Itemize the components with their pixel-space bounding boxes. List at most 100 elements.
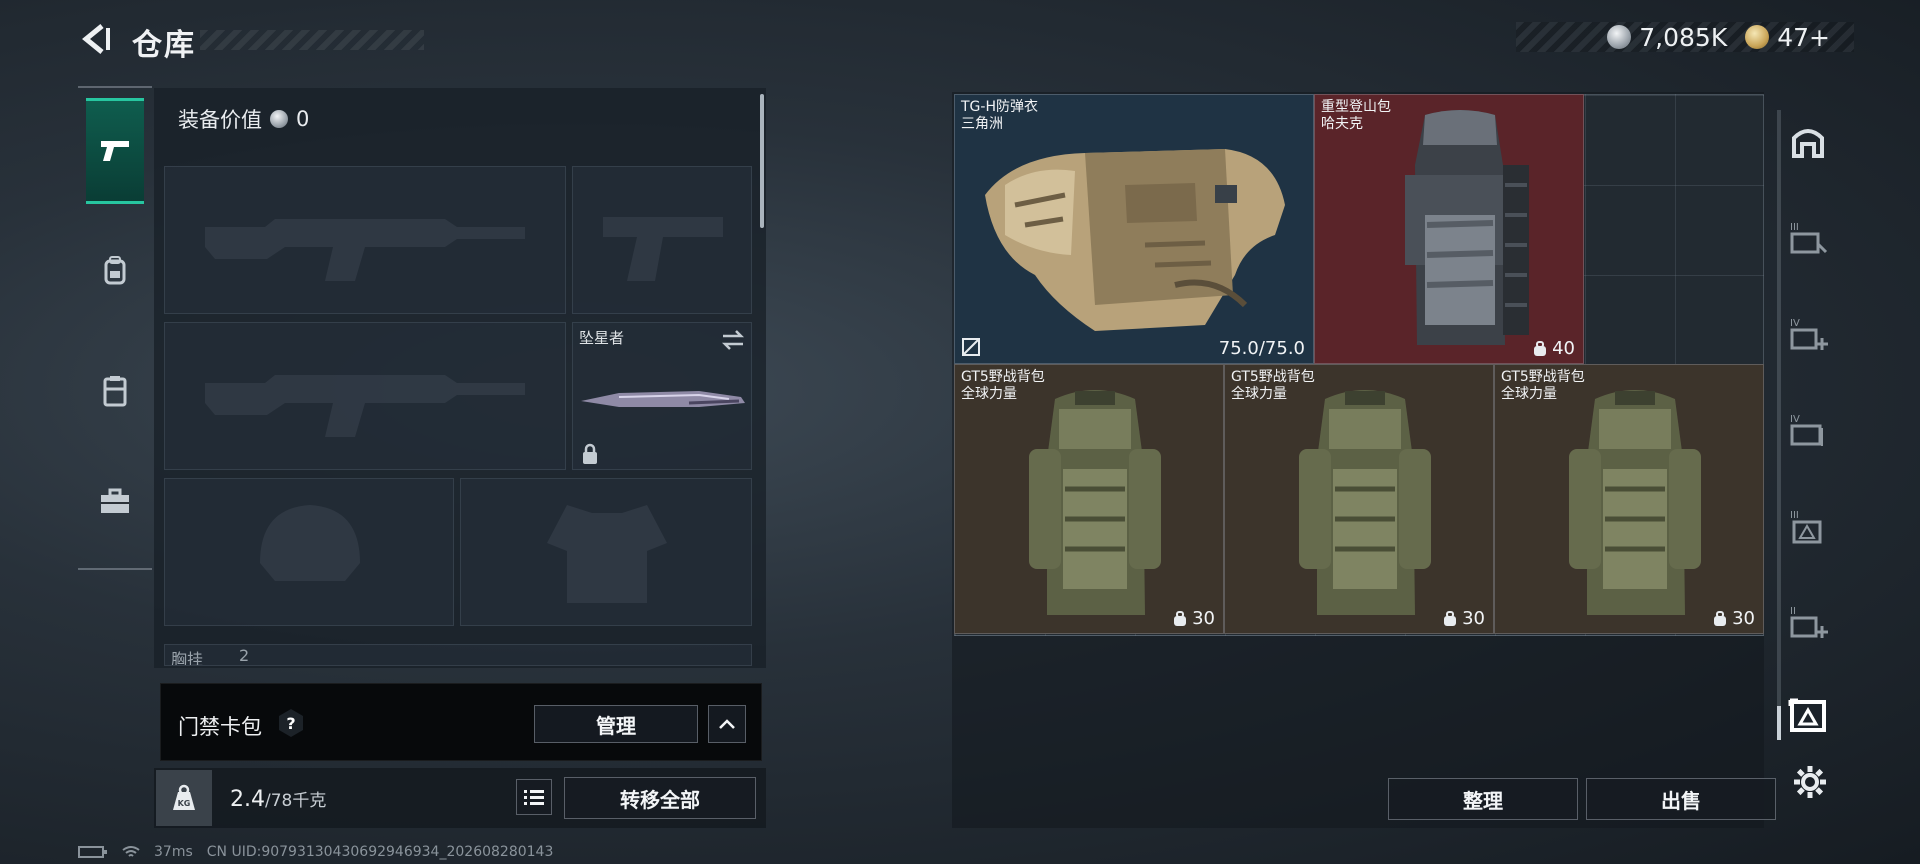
- gear-icon[interactable]: [1792, 764, 1828, 800]
- secondary-weapon-slot[interactable]: [572, 166, 752, 314]
- pistol-icon: [101, 141, 129, 161]
- item-name-block: GT5野战背包 全球力量: [961, 369, 1045, 403]
- collapse-button[interactable]: [708, 705, 746, 743]
- stash-page-4-add-icon[interactable]: IV: [1788, 314, 1828, 354]
- sort-button[interactable]: 整理: [1388, 778, 1578, 820]
- chest-rig-label: 胸挂: [171, 650, 204, 666]
- rifle-silhouette-icon: [205, 375, 525, 437]
- armor-silhouette-icon: [547, 505, 667, 603]
- item-capacity-value: 30: [1732, 608, 1755, 629]
- rifle-silhouette-icon: [205, 219, 525, 281]
- item-capacity-value: 30: [1192, 608, 1215, 629]
- tab-toolbox[interactable]: [86, 448, 144, 554]
- body-armor-image: [985, 149, 1285, 331]
- capacity-readout: 2.4/78千克: [230, 786, 326, 812]
- page-title: 仓库: [132, 28, 196, 63]
- svg-text:IV: IV: [1790, 318, 1800, 329]
- backpack-capacity-icon: [1534, 340, 1547, 356]
- item-durability: 75.0/75.0: [1218, 338, 1305, 359]
- stash-page-rail: III IV IV III II: [1776, 92, 1838, 732]
- tab-weapons[interactable]: [86, 98, 144, 204]
- item-name-block: GT5野战背包 全球力量: [1231, 369, 1315, 403]
- field-backpack-image: [1029, 390, 1161, 615]
- stash-item-gt5-backpack[interactable]: GT5野战背包 全球力量 30: [954, 364, 1224, 634]
- item-brand: 哈夫克: [1321, 116, 1363, 132]
- stash-page-3-alt-icon[interactable]: III: [1788, 506, 1828, 546]
- secondary-primary-weapon-slot[interactable]: [164, 322, 566, 470]
- field-backpack-image: [1569, 390, 1701, 615]
- lock-icon: [583, 443, 597, 464]
- capacity-current: 2.4: [230, 787, 265, 812]
- stash-page-4-icon[interactable]: IV: [1788, 410, 1828, 450]
- list-view-button[interactable]: [516, 779, 552, 815]
- silver-coin-icon: [270, 110, 288, 128]
- item-capacity-value: 40: [1552, 338, 1575, 359]
- sell-button[interactable]: 出售: [1586, 778, 1776, 820]
- tab-backpack[interactable]: [86, 218, 144, 324]
- stash-page-3-icon[interactable]: III: [1788, 218, 1828, 258]
- svg-text:III: III: [1790, 510, 1799, 521]
- back-arrow-icon[interactable]: [78, 22, 112, 56]
- equipment-scrollbar[interactable]: [760, 94, 764, 228]
- toolbox-icon: [101, 488, 129, 513]
- currency-bar: 7,085K 47+: [1516, 22, 1854, 52]
- knife-icon: [581, 391, 745, 407]
- help-icon[interactable]: ?: [278, 708, 304, 738]
- pistol-silhouette-icon: [603, 217, 723, 281]
- swap-icon[interactable]: [721, 329, 745, 351]
- weight-icon: KG: [173, 784, 195, 810]
- item-capacity: 30: [1712, 608, 1755, 629]
- item-brand: 三角洲: [961, 116, 1003, 132]
- backpack-capacity-icon: [1174, 610, 1187, 626]
- stash-item-gt5-backpack[interactable]: GT5野战背包 全球力量 30: [1224, 364, 1494, 634]
- chest-rig-icon: [103, 376, 127, 407]
- list-icon: [524, 790, 544, 805]
- stash-page-active-icon[interactable]: [1788, 696, 1828, 736]
- field-backpack-image: [1299, 390, 1431, 615]
- item-capacity: 30: [1442, 608, 1485, 629]
- helmet-slot[interactable]: [164, 478, 454, 626]
- item-name: GT5野战背包: [961, 369, 1045, 385]
- loadout-tab-rail: [78, 86, 152, 570]
- stash-item-heavy-backpack[interactable]: 重型登山包 哈夫克 40: [1314, 94, 1584, 364]
- helmet-silhouette-icon: [260, 505, 360, 581]
- melee-slot[interactable]: 坠星者: [572, 322, 752, 470]
- stash-page-2-add-icon[interactable]: II: [1788, 602, 1828, 642]
- item-brand: 全球力量: [961, 386, 1017, 402]
- battery-icon: [78, 846, 107, 858]
- keycard-pack-label: 门禁卡包: [178, 715, 262, 739]
- ping-readout: 37ms: [154, 844, 193, 860]
- capacity-max: /78千克: [265, 791, 327, 811]
- primary-weapon-slot[interactable]: [164, 166, 566, 314]
- equipment-value-amount: 0: [296, 107, 310, 131]
- stash-item-gt5-backpack[interactable]: GT5野战背包 全球力量 30: [1494, 364, 1764, 634]
- item-capacity: 40: [1532, 338, 1575, 359]
- body-armor-slot[interactable]: [460, 478, 752, 626]
- item-name: 重型登山包: [1321, 99, 1391, 115]
- backpack-capacity-icon: [1444, 610, 1457, 626]
- currency-primary: 7,085K: [1639, 22, 1728, 52]
- help-icon-text: ?: [286, 714, 295, 733]
- gold-coin-icon: [1745, 25, 1770, 49]
- svg-text:IV: IV: [1790, 414, 1800, 425]
- title-decoration: [200, 30, 424, 50]
- status-footer: 37ms CN UID:90793130430692946934_2026082…: [78, 844, 553, 860]
- stash-home-icon[interactable]: [1788, 122, 1828, 162]
- item-name: TG-H防弹衣: [961, 99, 1038, 115]
- chest-rig-slot[interactable]: 胸挂 2: [164, 644, 752, 666]
- svg-text:III: III: [1790, 222, 1799, 233]
- silver-coin-icon: [1607, 25, 1632, 49]
- weight-icon-box: KG: [156, 770, 212, 826]
- stash-item-armor[interactable]: TG-H防弹衣 三角洲 75.0/75.0: [954, 94, 1314, 364]
- item-name: GT5野战背包: [1231, 369, 1315, 385]
- user-id: CN UID:90793130430692946934_202608280143: [206, 844, 554, 860]
- item-brand: 全球力量: [1231, 386, 1287, 402]
- transfer-all-button[interactable]: 转移全部: [564, 777, 756, 819]
- currency-secondary[interactable]: 47+: [1777, 23, 1830, 52]
- item-capacity-value: 30: [1462, 608, 1485, 629]
- item-name-block: GT5野战背包 全球力量: [1501, 369, 1585, 403]
- tab-chest-rig[interactable]: [86, 338, 144, 444]
- svg-text:II: II: [1790, 606, 1796, 617]
- manage-button[interactable]: 管理: [534, 705, 698, 743]
- svg-text:KG: KG: [178, 799, 191, 808]
